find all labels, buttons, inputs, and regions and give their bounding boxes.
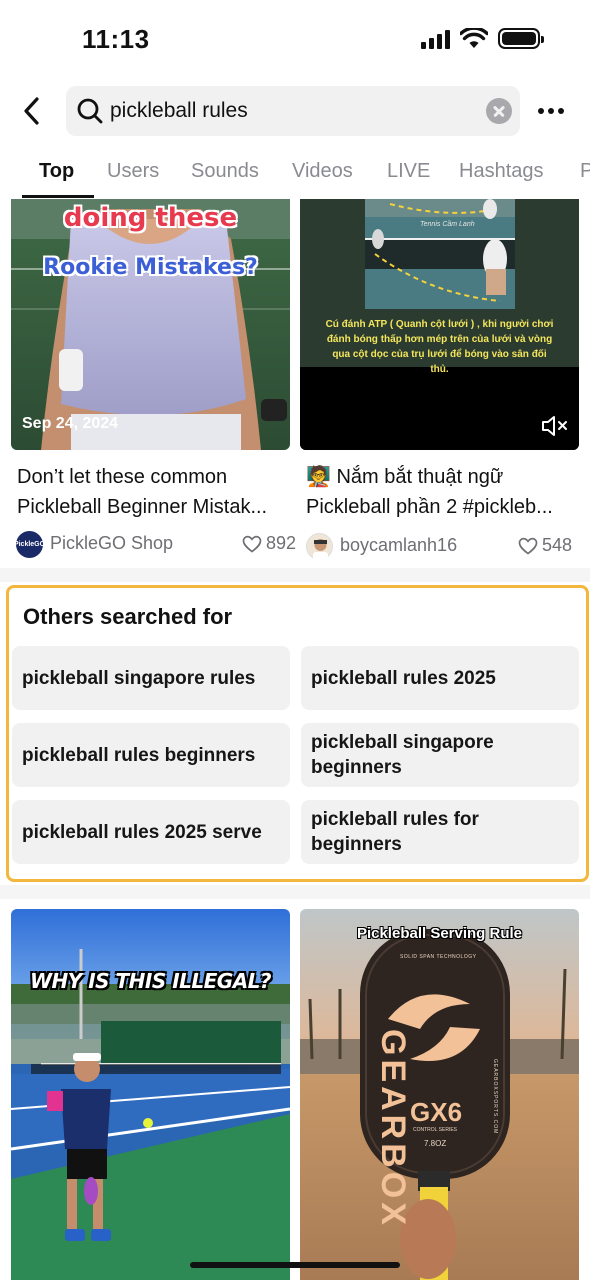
suggestion-chip[interactable]: pickleball singapore beginners — [301, 723, 579, 787]
search-tabs: Top Users Sounds Videos LIVE Hashtags P — [0, 148, 590, 198]
battery-icon — [498, 28, 544, 49]
video-watermark: Tennis Cầm Lanh — [420, 221, 475, 228]
suggestion-text: pickleball singapore beginners — [311, 732, 494, 778]
status-bar: 11:13 — [0, 0, 590, 80]
section-divider — [0, 885, 590, 899]
caption-text: Nắm bắt thuật ngữ — [336, 466, 504, 488]
video-thumbnail-image — [11, 909, 290, 1280]
author-name[interactable]: PickleGO Shop — [50, 533, 173, 554]
tab-top[interactable]: Top — [39, 160, 74, 183]
chevron-left-icon — [24, 97, 39, 125]
tab-sounds[interactable]: Sounds — [191, 160, 259, 183]
suggestion-text: pickleball singapore rules — [22, 667, 256, 689]
tab-users[interactable]: Users — [107, 160, 159, 183]
video-overlay-text: Pickleball Serving Rule — [356, 925, 523, 942]
more-options-button[interactable] — [538, 108, 564, 114]
video-caption[interactable]: Don’t let these common Pickleball Beginn… — [17, 462, 297, 522]
tab-videos[interactable]: Videos — [292, 160, 353, 183]
muted-speaker-icon[interactable] — [540, 413, 570, 439]
video-overlay-text: Rookie Mistakes? — [43, 255, 258, 280]
search-query-text: pickleball rules — [110, 99, 248, 122]
video-meta: boycamlanh16 548 — [306, 531, 572, 561]
paddle-weight: 7.8OZ — [424, 1139, 447, 1148]
back-button[interactable] — [18, 94, 48, 128]
section-divider — [0, 568, 590, 582]
caption-line: Don’t let these common — [17, 466, 228, 488]
video-thumbnail[interactable]: WHY IS THIS ILLEGAL? — [11, 909, 290, 1280]
search-header: pickleball rules — [0, 86, 590, 136]
paddle-series-text: CONTROL SERIES — [413, 1127, 457, 1133]
video-overlay-text: Cú đánh ATP ( Quanh cột lưới ) , khi ngư… — [325, 319, 554, 375]
avatar[interactable] — [306, 533, 333, 561]
video-thumbnail-image — [11, 199, 290, 450]
avatar-text: PickleGO — [13, 541, 46, 548]
suggestion-text: pickleball rules 2025 serve — [22, 821, 262, 843]
heart-icon — [242, 535, 262, 553]
tab-hashtags[interactable]: Hashtags — [459, 160, 544, 183]
suggestion-text: pickleball rules beginners — [22, 744, 256, 766]
video-thumbnail-image — [300, 909, 579, 1280]
suggestion-text: pickleball rules 2025 — [311, 667, 496, 689]
status-icons — [421, 28, 544, 49]
video-caption[interactable]: 🧑‍🏫 Nắm bắt thuật ngữ Pickleball phần 2 … — [306, 462, 576, 522]
caption-line: Pickleball Beginner Mistak... — [17, 496, 268, 518]
suggestion-chip[interactable]: pickleball rules for beginners — [301, 800, 579, 864]
caption-emoji: 🧑‍🏫 — [306, 466, 331, 488]
paddle-model: GX6 — [410, 1097, 463, 1127]
like-count: 548 — [518, 535, 572, 556]
tab-places[interactable]: P — [580, 160, 590, 183]
video-overlay-text: doing these — [63, 203, 238, 233]
home-indicator[interactable] — [190, 1262, 400, 1268]
video-meta: PickleGO PickleGO Shop 892 — [13, 529, 296, 559]
status-time: 11:13 — [82, 24, 150, 54]
author-name[interactable]: boycamlanh16 — [340, 535, 457, 556]
search-input[interactable]: pickleball rules — [66, 86, 520, 136]
like-count: 892 — [242, 533, 296, 554]
suggestion-text: pickleball rules for beginners — [311, 809, 479, 855]
others-searched-for: Others searched for pickleball singapore… — [6, 585, 589, 882]
video-overlay-text: WHY IS THIS ILLEGAL? — [29, 969, 272, 993]
others-searched-title: Others searched for — [23, 604, 233, 629]
tab-live[interactable]: LIVE — [387, 160, 430, 183]
wifi-icon — [460, 28, 488, 48]
video-date: Sep 24, 2024 — [22, 415, 119, 432]
paddle-site-text: GEARBOXSPORTS.COM — [492, 1059, 498, 1135]
clear-search-button[interactable] — [486, 98, 512, 124]
like-count-value: 892 — [265, 533, 296, 553]
suggestion-chip[interactable]: pickleball rules 2025 serve — [12, 800, 290, 864]
avatar[interactable]: PickleGO — [13, 531, 46, 558]
heart-icon — [518, 537, 538, 555]
suggestion-chip[interactable]: pickleball singapore rules — [12, 646, 290, 710]
active-tab-indicator — [22, 195, 94, 198]
caption-line: 🧑‍🏫 Nắm bắt thuật ngữ — [306, 462, 576, 492]
caption-line: Pickleball phần 2 #pickleb... — [306, 496, 553, 518]
video-thumbnail[interactable]: Pickleball Serving Rule SOLID SPAN TECHN… — [300, 909, 579, 1280]
paddle-small-text: SOLID SPAN TECHNOLOGY — [400, 954, 477, 960]
cellular-signal-icon — [421, 29, 450, 49]
suggestion-chip[interactable]: pickleball rules 2025 — [301, 646, 579, 710]
suggestion-chip[interactable]: pickleball rules beginners — [12, 723, 290, 787]
like-count-value: 548 — [541, 535, 572, 555]
search-icon — [77, 98, 103, 124]
video-thumbnail[interactable]: Tennis Cầm Lanh Cú đánh ATP ( Quanh cột … — [300, 199, 579, 450]
video-thumbnail[interactable]: doing these Rookie Mistakes? Sep 24, 202… — [11, 199, 290, 450]
paddle-brand-text: GEARBOX — [374, 1029, 412, 1229]
